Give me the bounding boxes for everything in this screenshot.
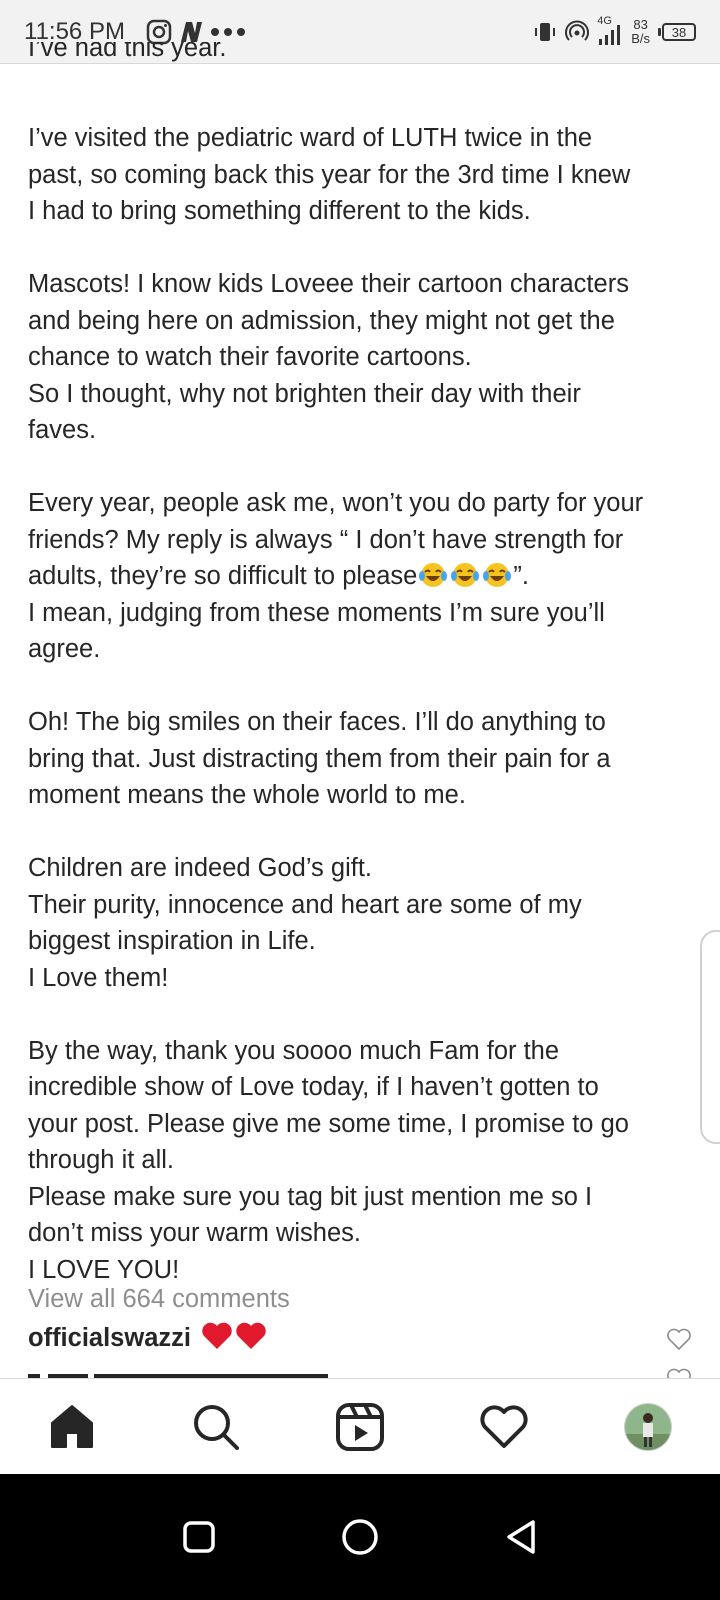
caption-line: Mascots! I know kids Loveee their cartoo…: [28, 270, 629, 298]
caption-line: By the way, thank you soooo much Fam for…: [28, 1036, 560, 1065]
caption-text-suffix: ”.: [513, 562, 529, 590]
activity-heart-icon: [480, 1405, 528, 1448]
profile-avatar: [624, 1403, 672, 1451]
red-heart-icon: [236, 1322, 267, 1349]
post-caption: I’ve had this year. I’ve visited the ped…: [28, 42, 698, 1288]
nav-search[interactable]: [181, 1392, 251, 1462]
caption-line: I LOVE YOU!: [28, 1255, 180, 1284]
battery-level: 38: [662, 23, 696, 41]
caption-line: friends? My reply is always “ I don’t ha…: [28, 525, 624, 554]
back-button[interactable]: [503, 1518, 539, 1556]
caption-line: Every year, people ask me, won’t you do …: [28, 489, 644, 517]
reels-icon: [336, 1403, 384, 1451]
nav-reels[interactable]: [325, 1392, 395, 1462]
caption-line: agree.: [28, 635, 101, 663]
caption-line: your post. Please give me some time, I p…: [28, 1109, 629, 1138]
hotspot-icon: [565, 20, 590, 41]
caption-line: I had to bring something different to th…: [28, 197, 531, 225]
comment-row: officialswazzi: [28, 1322, 692, 1362]
android-nav-bar: [0, 1474, 720, 1600]
battery-tip: [658, 28, 661, 36]
like-comment-heart-icon[interactable]: [666, 1328, 692, 1352]
caption-line: [28, 814, 698, 851]
caption-line: incredible show of Love today, if I have…: [28, 1073, 599, 1101]
side-panel-handle[interactable]: [700, 930, 720, 1144]
caption-line: Please make sure you tag bit just mentio…: [28, 1182, 593, 1211]
caption-line: chance to watch their favorite cartoons.: [28, 343, 472, 371]
caption-line: Their purity, innocence and heart are so…: [28, 890, 582, 919]
battery-indicator: 38: [658, 23, 696, 41]
caption-line: So I thought, why not brighten their day…: [28, 379, 581, 408]
caption-line: I Love them!: [28, 963, 169, 992]
search-icon: [194, 1405, 239, 1450]
caption-line: [28, 230, 698, 267]
laughing-emoji-icon: [483, 563, 512, 587]
red-hearts-emoji: [201, 1322, 267, 1350]
like-comment-heart-icon[interactable]: [666, 1368, 692, 1378]
caption-line: moment means the whole world to me.: [28, 781, 466, 809]
caption-line: biggest inspiration in Life.: [28, 927, 316, 955]
bottom-nav: [0, 1378, 720, 1475]
nav-home[interactable]: [37, 1392, 107, 1462]
caption-line: Children are indeed God’s gift.: [28, 854, 372, 882]
nav-profile[interactable]: [613, 1392, 683, 1462]
red-heart-icon: [202, 1322, 233, 1349]
speed-value: 83: [633, 17, 648, 32]
caption-line: [28, 996, 698, 1033]
caption-line: faves.: [28, 416, 97, 444]
laughing-emoji-icon: [419, 563, 448, 587]
next-comment-peek: [28, 1366, 692, 1378]
more-dots-icon: [211, 28, 245, 36]
home-icon: [51, 1405, 93, 1448]
caption-line: bring that. Just distracting them from t…: [28, 744, 611, 773]
caption-line: don’t miss your warm wishes.: [28, 1219, 362, 1247]
caption-line: [28, 668, 698, 705]
home-button[interactable]: [340, 1517, 380, 1557]
caption-line: through it all.: [28, 1146, 175, 1174]
caption-line: past, so coming back this year for the 3…: [28, 160, 631, 189]
caption-line: Oh! The big smiles on their faces. I’ll …: [28, 708, 606, 736]
view-all-comments-link[interactable]: View all 664 comments: [28, 1285, 290, 1314]
caption-text: adults, they’re so difficult to please: [28, 562, 418, 590]
comment-username[interactable]: officialswazzi: [28, 1324, 191, 1352]
caption-line: [28, 449, 698, 486]
caption-line-with-emoji: adults, they’re so difficult to please ”.: [28, 558, 698, 595]
caption-line: [28, 64, 698, 120]
caption-line: I’ve had this year.: [28, 42, 227, 62]
nav-activity[interactable]: [469, 1392, 539, 1462]
caption-line: I mean, judging from these moments I’m s…: [28, 598, 605, 627]
caption-line: and being here on admission, they might …: [28, 306, 615, 335]
vibrate-icon: [535, 23, 556, 41]
recents-button[interactable]: [181, 1519, 217, 1555]
laughing-emoji-icon: [451, 563, 480, 587]
caption-line: I’ve visited the pediatric ward of LUTH …: [28, 124, 593, 152]
